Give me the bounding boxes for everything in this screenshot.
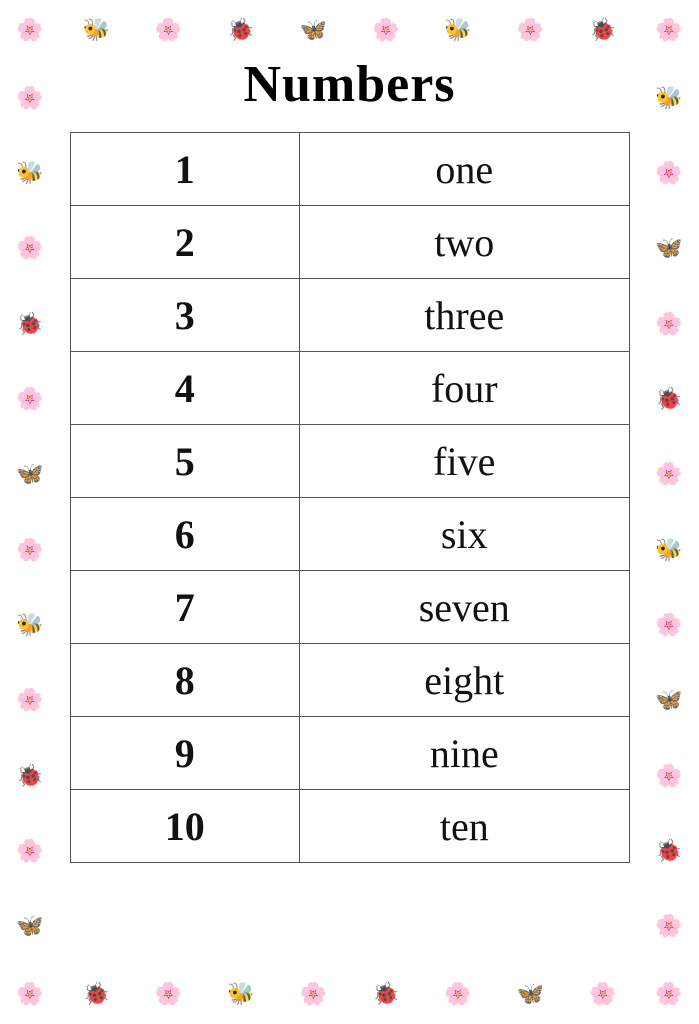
number-cell-8: 8 [70, 644, 300, 717]
table-row: 7seven [70, 571, 629, 644]
number-cell-2: 2 [70, 206, 300, 279]
number-cell-10: 10 [70, 790, 300, 863]
page-title: Numbers [243, 55, 455, 114]
number-cell-1: 1 [70, 133, 300, 206]
word-cell-5: five [300, 425, 629, 498]
word-cell-8: eight [300, 644, 629, 717]
top-icon-3: 🐞 [227, 19, 254, 41]
word-cell-6: six [300, 498, 629, 571]
top-icon-8: 🐞 [589, 19, 616, 41]
number-cell-4: 4 [70, 352, 300, 425]
corner-tr-icon: 🌸 [655, 19, 682, 41]
table-row: 9nine [70, 717, 629, 790]
top-icon-4: 🦋 [300, 19, 327, 41]
number-cell-9: 9 [70, 717, 300, 790]
corner-top-left: 🌸 [0, 0, 60, 60]
corner-top-right: 🌸 [639, 0, 699, 60]
word-cell-7: seven [300, 571, 629, 644]
number-cell-6: 6 [70, 498, 300, 571]
table-row: 5five [70, 425, 629, 498]
word-cell-10: ten [300, 790, 629, 863]
top-icon-7: 🌸 [517, 19, 544, 41]
top-icon-6: 🐝 [444, 19, 471, 41]
number-cell-3: 3 [70, 279, 300, 352]
word-cell-2: two [300, 206, 629, 279]
page: 🌸 🌸 🌸 🌸 🐝 🌸 🐞 🦋 🌸 🐝 🌸 🐞 🐞 🌸 🐝 🌸 [0, 0, 699, 1024]
word-cell-9: nine [300, 717, 629, 790]
word-cell-4: four [300, 352, 629, 425]
corner-tl-icon: 🌸 [16, 19, 43, 41]
top-icon-2: 🌸 [155, 19, 182, 41]
table-row: 6six [70, 498, 629, 571]
top-icon-5: 🌸 [372, 19, 399, 41]
word-cell-1: one [300, 133, 629, 206]
number-cell-5: 5 [70, 425, 300, 498]
table-row: 3three [70, 279, 629, 352]
border-top: 🐝 🌸 🐞 🦋 🌸 🐝 🌸 🐞 [60, 0, 639, 60]
table-row: 1one [70, 133, 629, 206]
table-row: 2two [70, 206, 629, 279]
table-row: 10ten [70, 790, 629, 863]
number-cell-7: 7 [70, 571, 300, 644]
numbers-table: 1one2two3three4four5five6six7seven8eight… [70, 132, 630, 863]
word-cell-3: three [300, 279, 629, 352]
table-row: 4four [70, 352, 629, 425]
top-icon-1: 🐝 [82, 19, 109, 41]
main-content: Numbers 1one2two3three4four5five6six7sev… [0, 55, 699, 1024]
table-row: 8eight [70, 644, 629, 717]
